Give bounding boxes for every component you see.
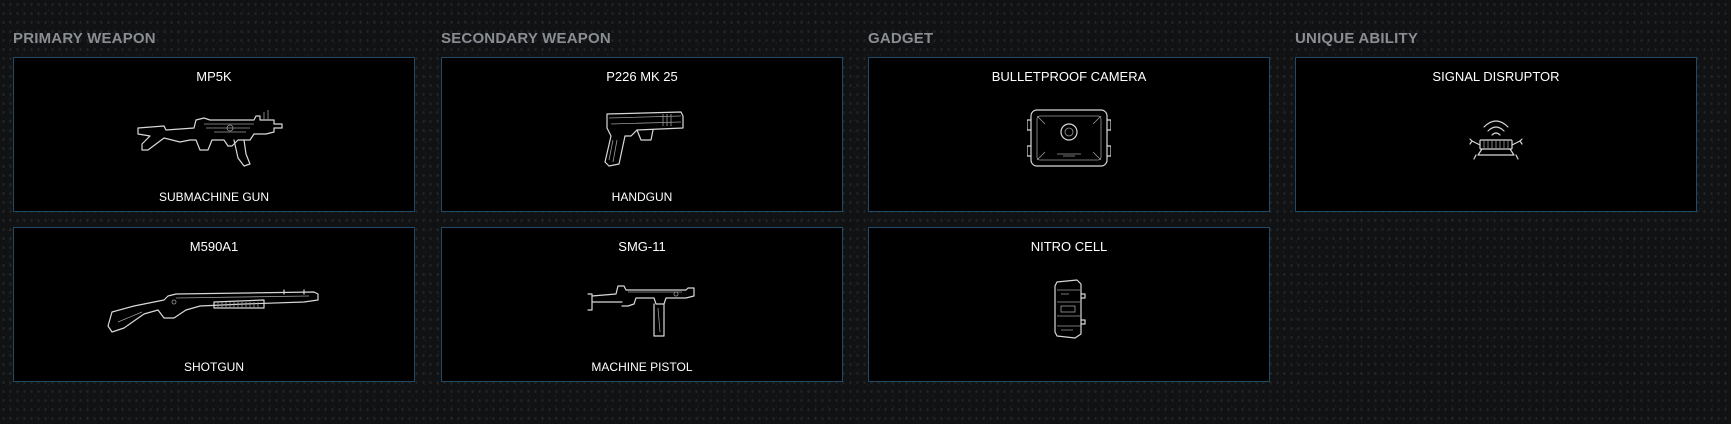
card-name: P226 MK 25: [606, 69, 678, 84]
card-type: MACHINE PISTOL: [591, 360, 693, 374]
nitro-cell-icon: [869, 258, 1269, 358]
card-name: BULLETPROOF CAMERA: [991, 69, 1147, 84]
mp5k-icon: [14, 88, 414, 188]
unique-ability-section: UNIQUE ABILITY SIGNAL DISRUPTOR: [1295, 30, 1698, 227]
section-title-gadget: GADGET: [868, 30, 934, 47]
card-name: MP5K: [196, 69, 232, 84]
card-bulletproof-camera[interactable]: BULLETPROOF CAMERA: [868, 57, 1270, 212]
card-name: M590A1: [189, 239, 239, 254]
signal-disruptor-icon: [1296, 88, 1696, 188]
card-signal-disruptor[interactable]: SIGNAL DISRUPTOR: [1295, 57, 1697, 212]
card-smg-11[interactable]: SMG-11 MACHINE PISTOL: [441, 227, 843, 382]
gadget-section: GADGET BULLETPROOF CAMERA NITRO CELL: [868, 30, 1271, 397]
card-p226-mk25[interactable]: P226 MK 25 HANDGUN: [441, 57, 843, 212]
card-mp5k[interactable]: MP5K SUBMACHINE GUN: [13, 57, 415, 212]
card-m590a1[interactable]: M590A1 SHOTGUN: [13, 227, 415, 382]
bulletproof-camera-icon: [869, 88, 1269, 188]
primary-weapon-section: PRIMARY WEAPON MP5K SUBMACHINE GUN M590A…: [13, 30, 416, 397]
card-nitro-cell[interactable]: NITRO CELL: [868, 227, 1270, 382]
card-type: SHOTGUN: [184, 360, 244, 374]
shotgun-icon: [14, 258, 414, 358]
card-name: SIGNAL DISRUPTOR: [1432, 69, 1560, 84]
card-name: SMG-11: [618, 239, 666, 254]
section-title-primary-weapon: PRIMARY WEAPON: [13, 30, 156, 47]
section-title-secondary-weapon: SECONDARY WEAPON: [441, 30, 611, 47]
card-type: SUBMACHINE GUN: [158, 190, 269, 204]
card-name: NITRO CELL: [1030, 239, 1108, 254]
machine-pistol-icon: [442, 258, 842, 358]
handgun-icon: [442, 88, 842, 188]
secondary-weapon-section: SECONDARY WEAPON P226 MK 25 HANDGUN SMG-…: [441, 30, 844, 397]
card-type: HANDGUN: [611, 190, 673, 204]
section-title-unique-ability: UNIQUE ABILITY: [1295, 30, 1419, 47]
